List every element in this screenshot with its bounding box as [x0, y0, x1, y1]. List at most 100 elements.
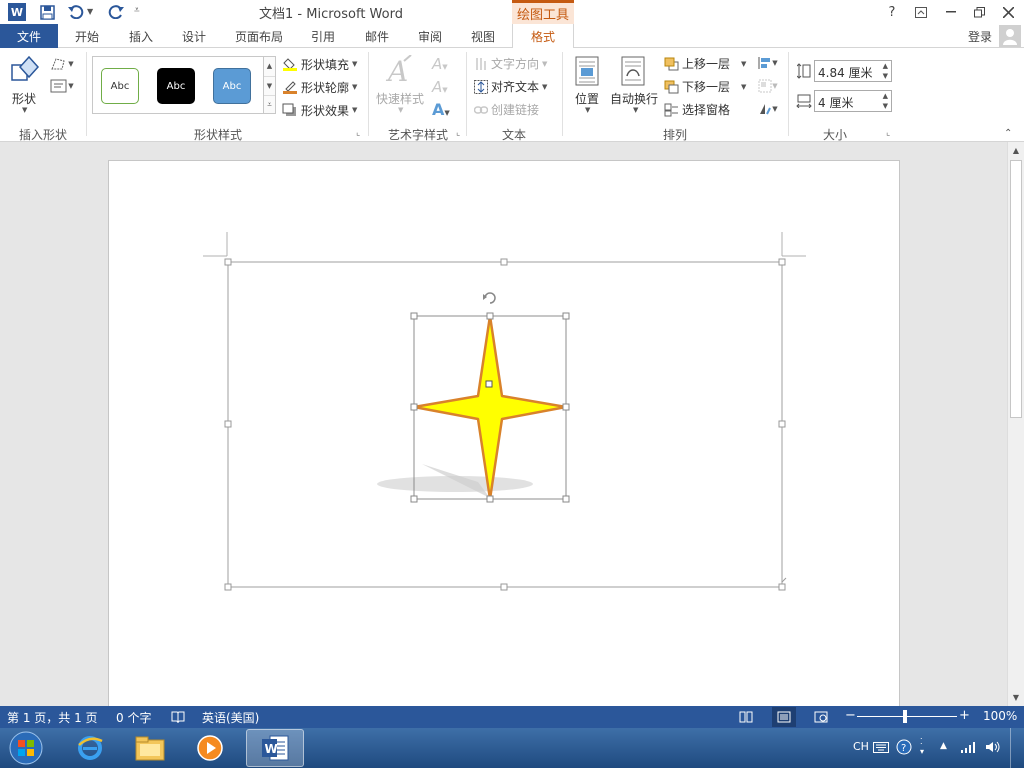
tab-review[interactable]: 审阅	[407, 24, 453, 48]
shape-width-input[interactable]: 4 厘米 ▲ ▼	[814, 90, 892, 112]
tab-page-layout[interactable]: 页面布局	[228, 24, 290, 48]
bring-forward-button[interactable]: 上移一层 ▼	[664, 55, 746, 72]
align-text-dropdown-icon: ▼	[542, 82, 548, 91]
internet-explorer-icon[interactable]	[68, 730, 112, 766]
shape-width-spinner-icon[interactable]: ▲ ▼	[883, 91, 888, 111]
ribbon-display-options-icon[interactable]	[910, 3, 932, 21]
tab-home[interactable]: 开始	[64, 24, 110, 48]
tab-design[interactable]: 设计	[171, 24, 217, 48]
keyboard-icon[interactable]	[872, 739, 890, 755]
send-backward-button[interactable]: 下移一层 ▼	[664, 78, 746, 95]
four-point-star-shape[interactable]	[412, 314, 568, 501]
tab-mailings[interactable]: 邮件	[354, 24, 400, 48]
help-button[interactable]: ?	[884, 2, 900, 22]
show-hidden-icons-icon[interactable]: ▲	[940, 741, 947, 751]
shape-styles-launcher-icon[interactable]: ⌞	[356, 128, 360, 138]
scroll-thumb[interactable]	[1010, 160, 1022, 418]
vertical-scrollbar[interactable]: ▲ ▼	[1007, 142, 1024, 706]
text-box-icon[interactable]: ▼	[48, 78, 76, 94]
text-outline-icon: A▼	[432, 78, 448, 96]
size-launcher-icon[interactable]: ⌞	[886, 128, 890, 138]
read-mode-icon[interactable]	[737, 709, 755, 725]
tab-references[interactable]: 引用	[300, 24, 346, 48]
tab-view[interactable]: 视图	[460, 24, 506, 48]
file-explorer-icon[interactable]	[128, 730, 172, 766]
zoom-out-button[interactable]: −	[845, 708, 856, 723]
word-app-icon[interactable]: W	[8, 3, 26, 21]
signin-link[interactable]: 登录	[964, 24, 996, 48]
gallery-down-icon[interactable]: ▼	[264, 76, 275, 95]
tab-file[interactable]: 文件	[0, 24, 58, 48]
close-icon[interactable]	[996, 3, 1020, 21]
wordart-launcher-icon[interactable]: ⌞	[456, 128, 460, 138]
word-count-status[interactable]: 0 个字	[116, 709, 151, 726]
group-label-size: 大小	[822, 128, 847, 142]
align-objects-icon[interactable]: ▼	[754, 55, 782, 71]
position-icon[interactable]	[574, 55, 600, 87]
gallery-up-icon[interactable]: ▲	[264, 57, 275, 76]
wrap-text-dropdown-icon[interactable]: ▼	[633, 106, 638, 114]
position-dropdown-icon[interactable]: ▼	[585, 106, 590, 114]
collapse-ribbon-icon[interactable]: ⌃	[1004, 128, 1012, 139]
undo-icon[interactable]	[66, 2, 86, 22]
group-label-arrange: 排列	[662, 128, 687, 142]
position-label[interactable]: 位置	[575, 90, 599, 107]
ime-options-icon[interactable]: ⁚ ▾	[920, 737, 924, 757]
restore-icon[interactable]	[968, 3, 990, 21]
web-layout-icon[interactable]	[812, 709, 830, 725]
shape-fill-button[interactable]: 形状填充 ▼	[282, 55, 362, 73]
gallery-more-icon[interactable]: ⩡	[264, 95, 275, 113]
tab-insert[interactable]: 插入	[118, 24, 164, 48]
style-swatch-blue[interactable]: Abc	[213, 68, 251, 104]
language-status[interactable]: 英语(美国)	[202, 709, 259, 726]
redo-icon[interactable]	[106, 2, 126, 22]
scroll-up-icon[interactable]: ▲	[1008, 142, 1024, 159]
volume-icon[interactable]	[984, 739, 1002, 755]
user-avatar-icon[interactable]	[999, 25, 1021, 47]
shape-effects-button[interactable]: 形状效果 ▼	[282, 101, 362, 119]
proofing-icon[interactable]	[170, 709, 186, 725]
wrap-text-icon[interactable]	[620, 55, 646, 87]
selection-pane-button[interactable]: 选择窗格	[664, 101, 730, 118]
minimize-icon[interactable]	[940, 3, 962, 21]
canvas-handles[interactable]	[224, 258, 786, 591]
tab-format[interactable]: 格式	[512, 24, 574, 49]
ime-help-icon[interactable]: ?	[894, 737, 914, 757]
style-swatch-black[interactable]: Abc	[157, 68, 195, 104]
shapes-dropdown-icon[interactable]: ▼	[22, 106, 27, 114]
word-taskbar-icon[interactable]: W	[246, 729, 304, 767]
shape-height-input[interactable]: 4.84 厘米 ▲ ▼	[814, 60, 892, 82]
shapes-label[interactable]: 形状	[12, 90, 36, 107]
rotate-objects-icon[interactable]: ▼	[754, 101, 782, 117]
undo-dropdown-icon[interactable]: ▼	[87, 7, 93, 16]
input-language-indicator[interactable]: CH	[853, 740, 869, 753]
zoom-slider-thumb[interactable]	[903, 710, 907, 723]
shape-fill-dropdown-icon: ▼	[352, 60, 358, 68]
group-label-text: 文本	[501, 128, 526, 142]
shape-outline-button[interactable]: 形状轮廓 ▼	[282, 78, 362, 96]
zoom-in-button[interactable]: +	[959, 708, 970, 723]
show-desktop-button[interactable]	[1010, 728, 1024, 768]
zoom-level[interactable]: 100%	[983, 709, 1017, 723]
network-signal-icon[interactable]	[960, 739, 978, 755]
customize-qat-icon[interactable]: ⩡	[134, 5, 140, 16]
adjustment-handle[interactable]	[485, 380, 493, 388]
align-text-button[interactable]: 对齐文本 ▼	[474, 78, 547, 95]
shapes-gallery-icon[interactable]	[8, 54, 42, 86]
shape-height-spinner-icon[interactable]: ▲ ▼	[883, 61, 888, 81]
save-icon[interactable]	[38, 2, 56, 22]
rotation-handle-icon[interactable]	[483, 292, 496, 304]
drawing-canvas-frame[interactable]	[227, 261, 783, 588]
edit-shape-icon[interactable]: ▼	[48, 56, 76, 72]
print-layout-icon[interactable]	[772, 707, 796, 727]
start-button-icon[interactable]	[6, 729, 46, 767]
text-direction-label: 文字方向	[491, 57, 540, 71]
ribbon-tabs: 文件 开始 插入 设计 页面布局 引用 邮件 审阅 视图 格式 登录	[0, 24, 1024, 49]
text-effects-icon[interactable]: A▼	[432, 100, 450, 119]
page-count-status[interactable]: 第 1 页，共 1 页	[7, 709, 98, 726]
zoom-slider-track[interactable]	[857, 716, 957, 717]
style-swatch-outline[interactable]: Abc	[101, 68, 139, 104]
wrap-text-label[interactable]: 自动换行	[610, 90, 658, 107]
media-player-icon[interactable]	[188, 730, 232, 766]
scroll-down-icon[interactable]: ▼	[1008, 690, 1024, 704]
